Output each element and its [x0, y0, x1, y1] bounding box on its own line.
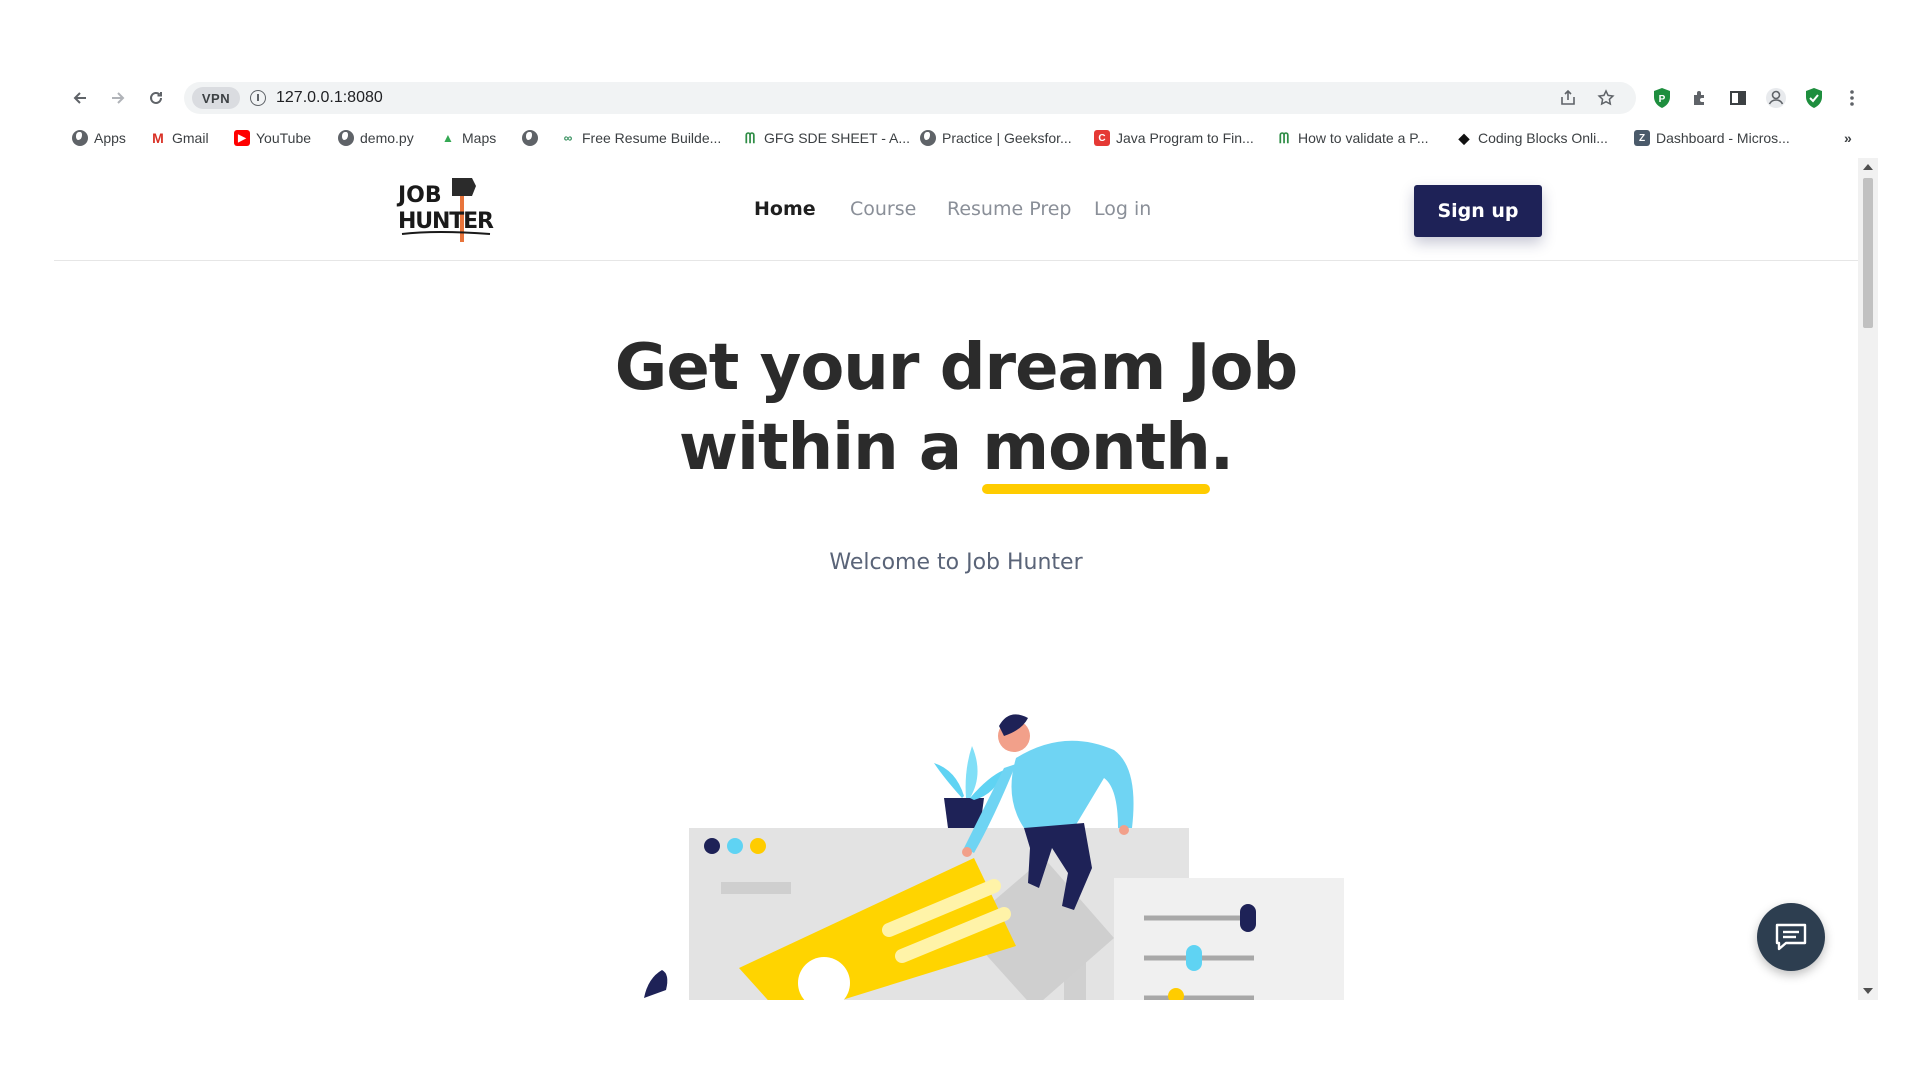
bookmark-label: YouTube [256, 130, 312, 146]
bookmark-coding-blocks[interactable]: ◆ Coding Blocks Onli... [1456, 127, 1608, 149]
bookmark-label: Practice | Geeksfor... [942, 130, 1072, 146]
gfg-icon: ᗰ [742, 130, 758, 146]
extensions-puzzle-icon[interactable] [1688, 86, 1712, 110]
bookmark-label: Java Program to Fin... [1116, 130, 1254, 146]
signup-button[interactable]: Sign up [1414, 185, 1542, 237]
bookmark-gfg-sde-sheet[interactable]: ᗰ GFG SDE SHEET - A... [742, 127, 910, 149]
svg-text:P: P [1659, 94, 1666, 105]
url-text[interactable]: 127.0.0.1:8080 [276, 89, 383, 107]
forward-button[interactable] [104, 84, 132, 112]
browser-menu-icon[interactable] [1840, 86, 1864, 110]
hero-title: Get your dream Job within a month. [54, 328, 1858, 494]
bookmark-dashboard-microsoft[interactable]: Z Dashboard - Micros... [1634, 127, 1790, 149]
nav-home[interactable]: Home [754, 198, 816, 220]
bookmark-demo-py[interactable]: demo.py [338, 127, 414, 149]
chat-button[interactable] [1757, 903, 1825, 971]
bookmark-label: demo.py [360, 130, 414, 146]
page-scrollbar[interactable] [1858, 158, 1878, 1000]
welcome-text: Welcome to Job Hunter [829, 550, 1083, 575]
chat-bubble-icon [1775, 923, 1807, 951]
maps-icon: ▲ [440, 130, 456, 146]
bookmark-maps[interactable]: ▲ Maps [440, 127, 496, 149]
scroll-up-arrow-icon[interactable] [1863, 164, 1873, 170]
nav-login[interactable]: Log in [1094, 198, 1151, 220]
address-bar[interactable]: VPN 127.0.0.1:8080 [184, 82, 1636, 114]
reload-icon [150, 91, 162, 104]
hero-highlight-word: month [982, 408, 1211, 494]
hero-illustration [644, 714, 1344, 1000]
bookmarks-bar: Apps M Gmail ▶ YouTube demo.py ▲ Maps ∞ … [54, 124, 1878, 152]
coding-blocks-icon: ◆ [1456, 130, 1472, 146]
share-icon[interactable] [1558, 88, 1578, 108]
back-button[interactable] [66, 84, 94, 112]
job-hunter-logo[interactable]: JOB HUNTER [396, 176, 496, 242]
c-icon: C [1094, 130, 1110, 146]
site-header: JOB HUNTER Home Course Resume Prep Log i… [54, 158, 1858, 261]
arrow-left-icon [73, 92, 86, 104]
site-info-icon[interactable] [250, 90, 266, 106]
dashboard-icon: Z [1634, 130, 1650, 146]
bookmark-apps[interactable]: Apps [72, 127, 126, 149]
bookmark-label: Gmail [172, 130, 209, 146]
bookmark-label: Coding Blocks Onli... [1478, 130, 1608, 146]
hero-line2-prefix: within a [678, 411, 983, 485]
nav-course[interactable]: Course [850, 198, 916, 220]
password-manager-extension-icon[interactable]: P [1650, 86, 1674, 110]
page-viewport: JOB HUNTER Home Course Resume Prep Log i… [54, 158, 1878, 1000]
scroll-thumb[interactable] [1863, 178, 1873, 328]
bookmark-label: Dashboard - Micros... [1656, 130, 1790, 146]
logo-line2: HUNTER [398, 209, 494, 234]
bookmark-free-resume-builder[interactable]: ∞ Free Resume Builde... [560, 127, 721, 149]
side-panel-icon[interactable] [1726, 86, 1750, 110]
nav-resume-prep[interactable]: Resume Prep [947, 198, 1071, 220]
bookmark-label: Free Resume Builde... [582, 130, 722, 146]
logo-line1: JOB [396, 183, 442, 208]
bookmark-how-to-validate[interactable]: ᗰ How to validate a P... [1276, 127, 1428, 149]
bookmark-gmail[interactable]: M Gmail [150, 127, 209, 149]
reload-button[interactable] [142, 84, 170, 112]
globe-icon [72, 130, 88, 146]
bookmark-practice-geeksforgeeks[interactable]: Practice | Geeksfor... [920, 127, 1072, 149]
bookmark-java-program[interactable]: C Java Program to Fin... [1094, 127, 1254, 149]
bookmark-label: GFG SDE SHEET - A... [764, 130, 910, 146]
bookmark-youtube[interactable]: ▶ YouTube [234, 127, 311, 149]
vpn-badge[interactable]: VPN [192, 87, 240, 109]
resume-icon: ∞ [560, 130, 576, 146]
bookmark-label: Apps [94, 130, 126, 146]
youtube-icon: ▶ [234, 130, 250, 146]
bookmark-unnamed[interactable] [522, 127, 538, 149]
hero-line2-suffix: . [1209, 411, 1234, 485]
profile-avatar-icon[interactable] [1764, 86, 1788, 110]
globe-icon [522, 130, 538, 146]
gfg-icon: ᗰ [1276, 130, 1292, 146]
scroll-down-arrow-icon[interactable] [1863, 988, 1873, 994]
arrow-right-icon [112, 92, 125, 104]
security-shield-extension-icon[interactable] [1802, 86, 1826, 110]
bookmark-star-icon[interactable] [1596, 88, 1616, 108]
bookmark-label: Maps [462, 130, 497, 146]
hero-line1: Get your dream Job [614, 331, 1298, 405]
globe-icon [338, 130, 354, 146]
gmail-icon: M [150, 130, 166, 146]
browser-toolbar: VPN 127.0.0.1:8080 P [54, 80, 1878, 116]
bookmarks-overflow-button[interactable]: » [1844, 127, 1852, 149]
globe-icon [920, 130, 936, 146]
bookmark-label: How to validate a P... [1298, 130, 1429, 146]
